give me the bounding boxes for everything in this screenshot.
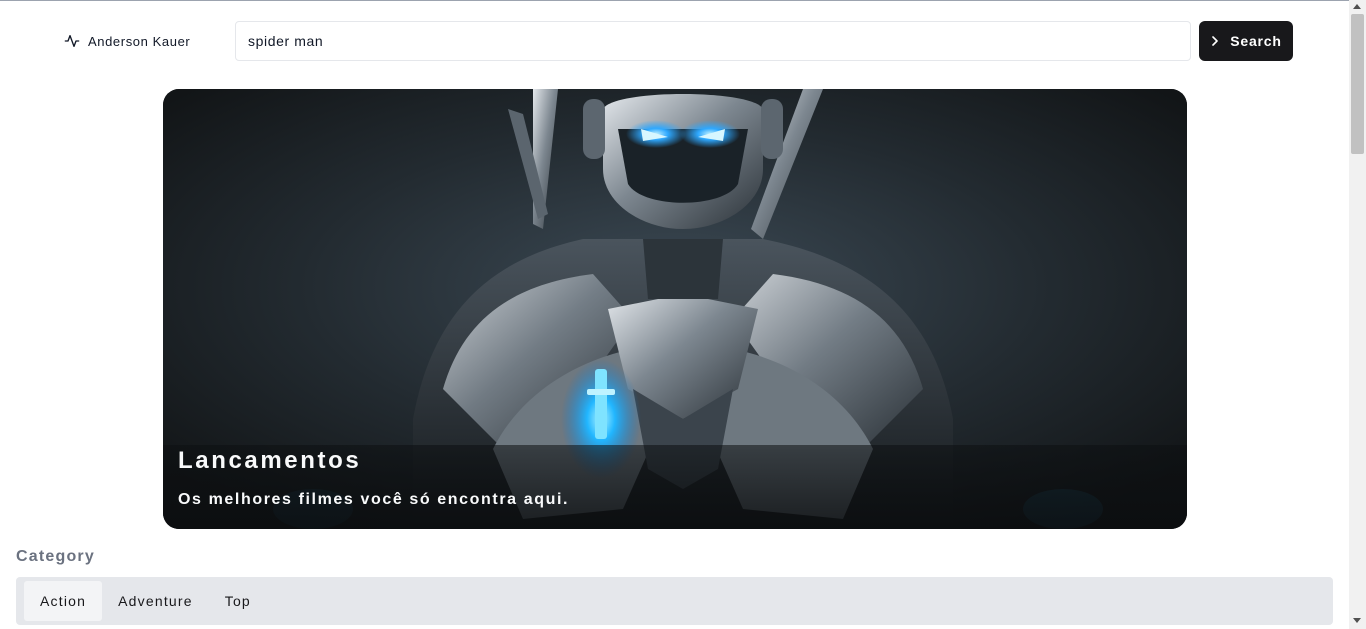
vertical-scrollbar[interactable]	[1349, 0, 1366, 629]
brand-name: Anderson Kauer	[88, 33, 191, 49]
hero-banner: Lancamentos Os melhores filmes você só e…	[163, 89, 1187, 529]
scroll-up-arrow-icon[interactable]	[1353, 4, 1361, 9]
scroll-down-arrow-icon[interactable]	[1353, 618, 1361, 623]
activity-pulse-icon	[64, 33, 80, 49]
search-button[interactable]: Search	[1199, 21, 1293, 61]
hero-subtitle: Os melhores filmes você só encontra aqui…	[178, 491, 570, 508]
hero-title: Lancamentos	[178, 447, 362, 474]
search-input[interactable]	[235, 21, 1191, 61]
search-button-label: Search	[1230, 33, 1282, 49]
chevron-right-icon	[1210, 36, 1220, 46]
window-top-border	[0, 0, 1366, 1]
category-heading: Category	[16, 548, 95, 565]
scrollbar-thumb[interactable]	[1351, 14, 1364, 154]
category-tabs: Action Adventure Top	[16, 577, 1333, 625]
tab-adventure[interactable]: Adventure	[102, 581, 209, 621]
tab-action[interactable]: Action	[24, 581, 103, 621]
brand-logo[interactable]: Anderson Kauer	[64, 32, 190, 50]
tab-top[interactable]: Top	[209, 581, 267, 621]
